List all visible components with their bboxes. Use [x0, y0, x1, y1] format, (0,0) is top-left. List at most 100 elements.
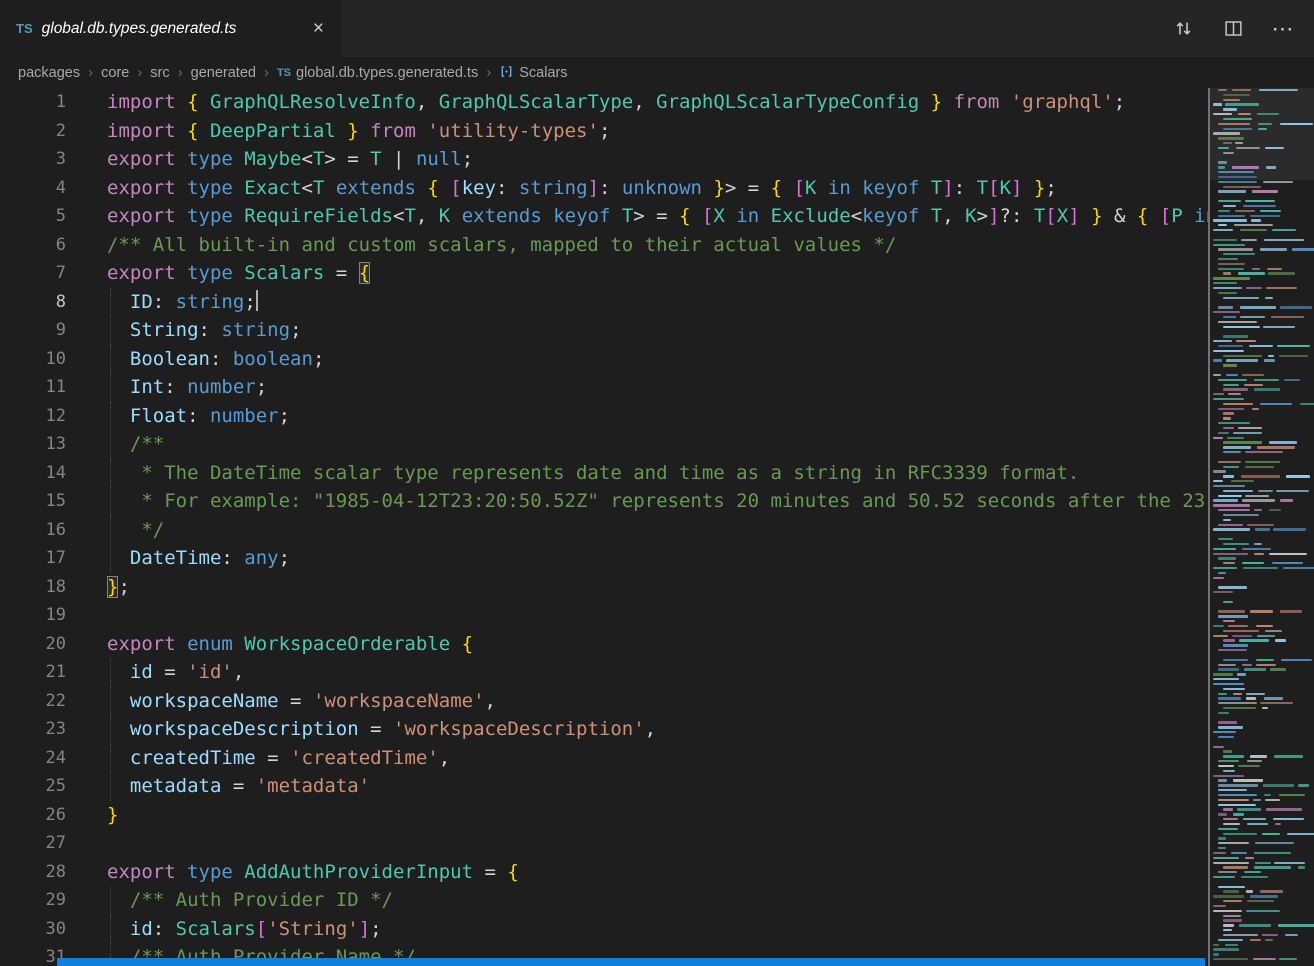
breadcrumb-item-core[interactable]: core	[101, 65, 129, 81]
line-number[interactable]: 9	[0, 316, 66, 345]
code-line[interactable]: export type Exact<T extends { [key: stri…	[107, 174, 1208, 203]
minimap-token	[1254, 379, 1279, 381]
line-number[interactable]: 20	[0, 630, 66, 659]
code-token: metadata	[130, 775, 222, 797]
code-line[interactable]: workspaceName = 'workspaceName',	[107, 687, 1208, 716]
code-line[interactable]: /**	[107, 430, 1208, 459]
minimap[interactable]	[1208, 88, 1314, 966]
split-editor-icon[interactable]	[1222, 18, 1244, 40]
breadcrumb-item-scalars[interactable]: Scalars	[499, 64, 567, 81]
tab-close-icon[interactable]: ×	[309, 17, 328, 40]
code-token: X	[713, 205, 724, 227]
more-actions-icon[interactable]: ⋯	[1272, 18, 1294, 40]
minimap-token	[1223, 142, 1232, 144]
line-number[interactable]: 15	[0, 487, 66, 516]
line-number[interactable]: 17	[0, 544, 66, 573]
code-token: null	[416, 148, 462, 170]
breadcrumb-separator: ›	[486, 64, 491, 81]
line-number[interactable]: 18	[0, 573, 66, 602]
line-number[interactable]: 3	[0, 145, 66, 174]
minimap-token	[1223, 355, 1262, 357]
code-line[interactable]: createdTime = 'createdTime',	[107, 744, 1208, 773]
open-changes-icon[interactable]	[1172, 18, 1194, 40]
code-token: ,	[942, 205, 965, 227]
line-number[interactable]: 22	[0, 687, 66, 716]
code-line[interactable]: export type Maybe<T> = T | null;	[107, 145, 1208, 174]
code-line[interactable]: id: Scalars['String'];	[107, 915, 1208, 944]
minimap-token	[1213, 499, 1238, 501]
code-line[interactable]: metadata = 'metadata'	[107, 772, 1208, 801]
breadcrumb-item-global-db-types-generated-ts[interactable]: TSglobal.db.types.generated.ts	[277, 65, 478, 81]
code-line[interactable]: };	[107, 573, 1208, 602]
line-number[interactable]: 12	[0, 402, 66, 431]
minimap-token	[1218, 615, 1248, 617]
tab-active-file[interactable]: TS global.db.types.generated.ts ×	[0, 0, 343, 57]
code-line[interactable]: DateTime: any;	[107, 544, 1208, 573]
line-number[interactable]: 2	[0, 117, 66, 146]
line-number[interactable]: 6	[0, 231, 66, 260]
minimap-token	[1228, 393, 1241, 395]
code-token: > =	[324, 148, 370, 170]
code-token: Scalars	[176, 918, 256, 940]
code-line[interactable]: import { DeepPartial } from 'utility-typ…	[107, 117, 1208, 146]
minimap-token	[1218, 422, 1250, 424]
breadcrumb-item-packages[interactable]: packages	[18, 65, 80, 81]
minimap-token	[1259, 89, 1299, 91]
code-line[interactable]: import { GraphQLResolveInfo, GraphQLScal…	[107, 88, 1208, 117]
code-line[interactable]: /** All built-in and custom scalars, map…	[107, 231, 1208, 260]
code-line[interactable]: /** Auth Provider ID */	[107, 886, 1208, 915]
line-number[interactable]: 5	[0, 202, 66, 231]
line-number[interactable]: 30	[0, 915, 66, 944]
minimap-token	[1267, 268, 1282, 270]
line-number[interactable]: 1	[0, 88, 66, 117]
line-number[interactable]: 16	[0, 516, 66, 545]
line-number[interactable]: 11	[0, 373, 66, 402]
minimap-token	[1218, 828, 1238, 830]
breadcrumb-item-src[interactable]: src	[150, 65, 169, 81]
code-token: Int	[130, 376, 164, 398]
code-line[interactable]: id = 'id',	[107, 658, 1208, 687]
code-token: string	[176, 291, 245, 313]
line-number[interactable]: 27	[0, 829, 66, 858]
line-number[interactable]: 19	[0, 601, 66, 630]
code-token: Float	[130, 405, 187, 427]
line-number[interactable]: 8	[0, 288, 66, 317]
code-token: ;	[290, 319, 301, 341]
minimap-token	[1279, 355, 1308, 357]
code-line[interactable]: String: string;	[107, 316, 1208, 345]
line-number[interactable]: 24	[0, 744, 66, 773]
code-line[interactable]: export enum WorkspaceOrderable {	[107, 630, 1208, 659]
code-token: export	[107, 262, 187, 284]
line-number[interactable]: 4	[0, 174, 66, 203]
code-line[interactable]: * For example: "1985-04-12T23:20:50.52Z"…	[107, 487, 1208, 516]
minimap-token	[1298, 866, 1305, 868]
code-line[interactable]: Int: number;	[107, 373, 1208, 402]
code-line[interactable]: Boolean: boolean;	[107, 345, 1208, 374]
code-line[interactable]: export type Scalars = {	[107, 259, 1208, 288]
code-line[interactable]	[107, 829, 1208, 858]
line-number[interactable]: 10	[0, 345, 66, 374]
minimap-token	[1265, 630, 1282, 632]
line-number[interactable]: 29	[0, 886, 66, 915]
code-line[interactable]: */	[107, 516, 1208, 545]
line-number[interactable]: 26	[0, 801, 66, 830]
code-line[interactable]: export type RequireFields<T, K extends k…	[107, 202, 1208, 231]
line-number[interactable]: 28	[0, 858, 66, 887]
code-line[interactable]: ID: string;	[107, 288, 1208, 317]
code-token: > =	[633, 205, 679, 227]
code-line[interactable]: export type AddAuthProviderInput = {	[107, 858, 1208, 887]
code-area[interactable]: import { GraphQLResolveInfo, GraphQLScal…	[66, 88, 1208, 966]
line-number[interactable]: 14	[0, 459, 66, 488]
code-line[interactable]: * The DateTime scalar type represents da…	[107, 459, 1208, 488]
line-number[interactable]: 13	[0, 430, 66, 459]
line-number[interactable]: 23	[0, 715, 66, 744]
breadcrumb-item-generated[interactable]: generated	[191, 65, 256, 81]
code-line[interactable]: Float: number;	[107, 402, 1208, 431]
line-number[interactable]: 21	[0, 658, 66, 687]
line-number[interactable]: 25	[0, 772, 66, 801]
code-line[interactable]: }	[107, 801, 1208, 830]
line-number[interactable]: 7	[0, 259, 66, 288]
typescript-file-icon: TS	[277, 67, 291, 79]
code-line[interactable]: workspaceDescription = 'workspaceDescrip…	[107, 715, 1208, 744]
code-line[interactable]	[107, 601, 1208, 630]
